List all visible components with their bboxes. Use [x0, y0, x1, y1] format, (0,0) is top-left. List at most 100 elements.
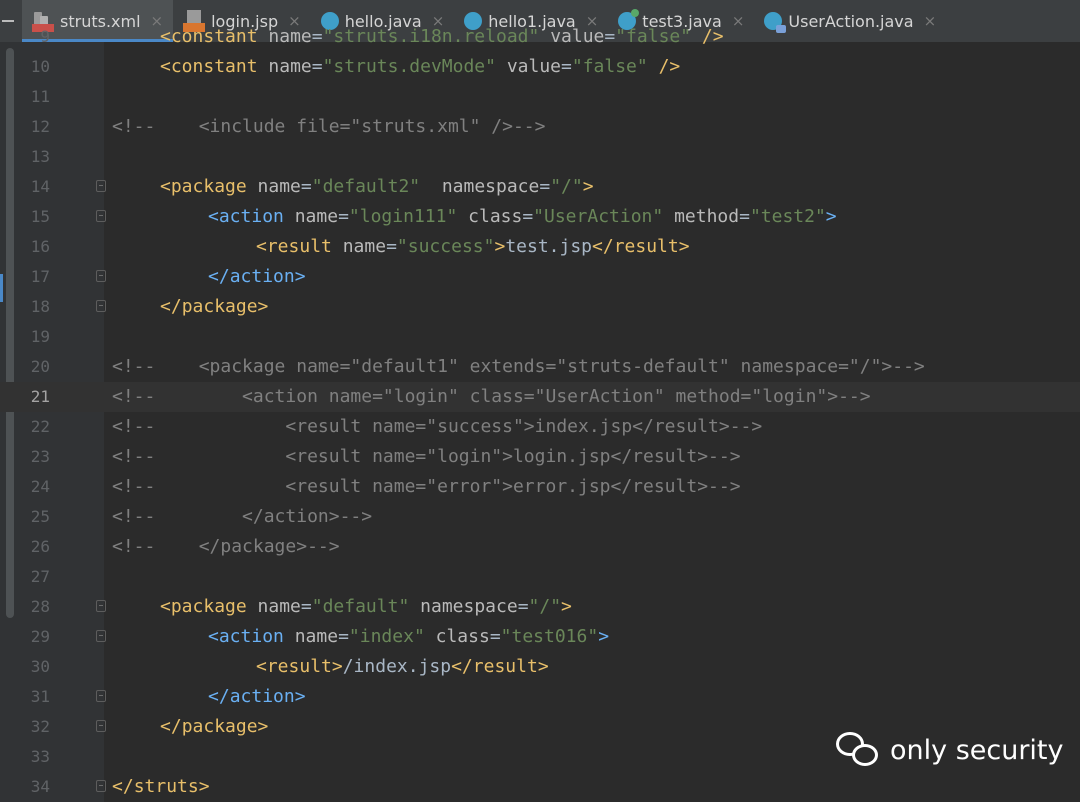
- code-token: <: [208, 626, 219, 647]
- code-token: value: [550, 26, 605, 47]
- code-token: struts: [133, 776, 199, 797]
- line-number: 21: [30, 387, 50, 406]
- code-token: "false": [615, 26, 692, 47]
- code-token: class: [468, 206, 523, 227]
- line-number: 29: [30, 627, 50, 646]
- code-token: </: [451, 656, 473, 677]
- code-line[interactable]: 25 <!-- </action>-->: [0, 502, 1080, 532]
- code-text: <constant name="struts.devMode" value="f…: [160, 52, 680, 82]
- code-line[interactable]: 12 <!-- <include file="struts.xml" />-->: [0, 112, 1080, 142]
- fold-marker-icon[interactable]: [96, 270, 106, 282]
- code-line[interactable]: 14 <package name="default2" namespace="/"…: [0, 172, 1080, 202]
- code-text: <result>/index.jsp</result>: [256, 652, 549, 682]
- code-line[interactable]: 23 <!-- <result name="login">login.jsp</r…: [0, 442, 1080, 472]
- code-token: result: [613, 236, 679, 257]
- code-line[interactable]: 9 <constant name="struts.i18n.reload" val…: [0, 22, 1080, 52]
- code-token: >: [198, 776, 210, 797]
- code-text: <action name="login111" class="UserActio…: [208, 202, 837, 232]
- code-token: />: [701, 26, 724, 47]
- code-token: >: [598, 626, 610, 647]
- fold-marker-icon[interactable]: [96, 300, 106, 312]
- code-token: >: [582, 176, 594, 197]
- watermark-text: only security: [890, 734, 1064, 766]
- code-text: <result name="success">test.jsp</result>: [256, 232, 690, 262]
- code-line[interactable]: 19: [0, 322, 1080, 352]
- code-line[interactable]: 17 </action>: [0, 262, 1080, 292]
- fold-marker-icon[interactable]: [96, 630, 106, 642]
- line-number: 10: [30, 57, 50, 76]
- code-token: action: [218, 626, 284, 647]
- code-text: <constant name="struts.i18n.reload" valu…: [160, 22, 724, 52]
- code-token: constant: [170, 56, 258, 77]
- code-line[interactable]: 21 <!-- <action name="login" class="UserA…: [0, 382, 1080, 412]
- line-number: 32: [30, 717, 50, 736]
- code-token: name: [268, 26, 312, 47]
- code-line[interactable]: 29 <action name="index" class="test016">: [0, 622, 1080, 652]
- fold-marker-icon[interactable]: [96, 690, 106, 702]
- code-token: >: [494, 236, 506, 257]
- code-token: >: [678, 236, 690, 257]
- code-text: <package name="default" namespace="/">: [160, 592, 572, 622]
- code-token: <: [208, 206, 219, 227]
- code-token: =: [739, 206, 750, 227]
- code-line[interactable]: 20 <!-- <package name="default1" extends=…: [0, 352, 1080, 382]
- line-number: 15: [30, 207, 50, 226]
- code-token: <: [160, 26, 171, 47]
- code-token: />: [658, 56, 681, 77]
- code-token: package: [181, 296, 258, 317]
- line-number: 16: [30, 237, 50, 256]
- line-number: 12: [30, 117, 50, 136]
- code-line[interactable]: 16 <result name="success">test.jsp</resul…: [0, 232, 1080, 262]
- fold-marker-icon[interactable]: [96, 720, 106, 732]
- code-line[interactable]: 15 <action name="login111" class="UserAct…: [0, 202, 1080, 232]
- code-line[interactable]: 26 <!-- </package>-->: [0, 532, 1080, 562]
- code-token: "index": [348, 626, 425, 647]
- fold-marker-icon[interactable]: [96, 600, 106, 612]
- code-text: <action name="index" class="test016">: [208, 622, 609, 652]
- code-line[interactable]: 28 <package name="default" namespace="/">: [0, 592, 1080, 622]
- code-token: namespace: [420, 596, 518, 617]
- code-token: "default2": [311, 176, 421, 197]
- code-token: name: [342, 236, 387, 257]
- code-token: name: [257, 596, 301, 617]
- code-token: "success": [396, 236, 495, 257]
- code-line[interactable]: 34 </struts>: [0, 772, 1080, 802]
- line-number: 19: [30, 327, 50, 346]
- code-token: =: [386, 236, 397, 257]
- code-token: "test2": [749, 206, 826, 227]
- code-token: </: [112, 776, 134, 797]
- line-number: 9: [40, 27, 50, 46]
- line-number: 22: [30, 417, 50, 436]
- code-line[interactable]: 10 <constant name="struts.devMode" value=…: [0, 52, 1080, 82]
- line-number: 26: [30, 537, 50, 556]
- fold-marker-icon[interactable]: [96, 210, 106, 222]
- fold-marker-icon[interactable]: [96, 780, 106, 792]
- code-token: result: [266, 656, 332, 677]
- code-line[interactable]: 27: [0, 562, 1080, 592]
- code-line[interactable]: 30 <result>/index.jsp</result>: [0, 652, 1080, 682]
- code-line[interactable]: 31 </action>: [0, 682, 1080, 712]
- code-line[interactable]: 11: [0, 82, 1080, 112]
- code-token: =: [604, 26, 616, 47]
- code-line[interactable]: 24 <!-- <result name="error">error.jsp</r…: [0, 472, 1080, 502]
- code-token: namespace: [441, 176, 540, 197]
- line-number: 18: [30, 297, 50, 316]
- code-token: </: [160, 716, 182, 737]
- code-token: "login111": [348, 206, 458, 227]
- code-text: <package name="default2" namespace="/">: [160, 172, 594, 202]
- fold-marker-icon[interactable]: [96, 180, 106, 192]
- code-line[interactable]: 13: [0, 142, 1080, 172]
- code-line[interactable]: 22 <!-- <result name="success">index.jsp<…: [0, 412, 1080, 442]
- code-token: <: [160, 596, 171, 617]
- code-token: action: [229, 266, 295, 287]
- code-token: name: [294, 206, 339, 227]
- code-token: "false": [571, 56, 648, 77]
- code-text: <!-- <package name="default1" extends="s…: [112, 352, 925, 382]
- code-line[interactable]: 18 </package>: [0, 292, 1080, 322]
- code-token: "struts.i18n.reload": [322, 26, 540, 47]
